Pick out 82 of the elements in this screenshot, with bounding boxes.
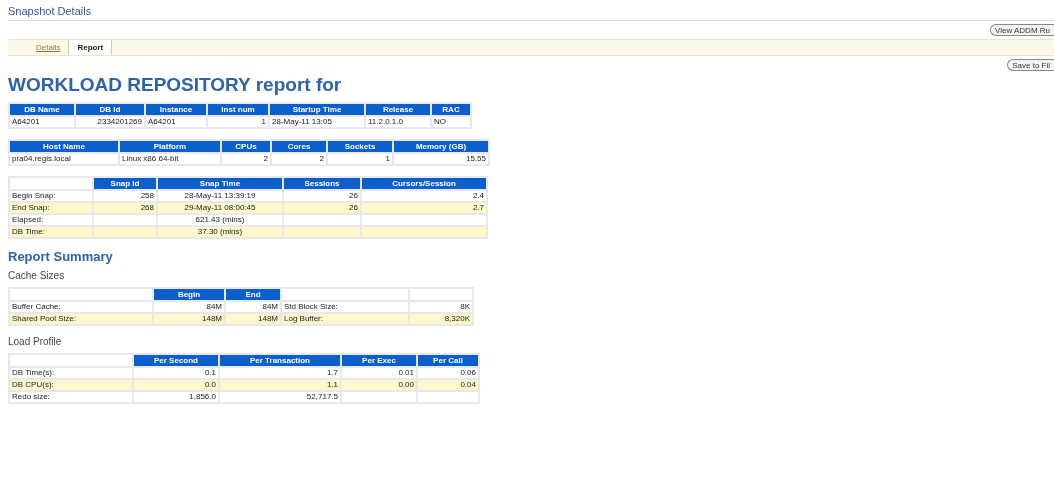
column-header: Snap Id bbox=[94, 178, 156, 189]
table-cell: End Snap: bbox=[10, 203, 92, 213]
table-cell: Std Block Size: bbox=[282, 302, 408, 312]
table-cell: 148M bbox=[154, 314, 224, 324]
column-header: Cores bbox=[272, 141, 326, 152]
table-cell: 2 bbox=[222, 154, 270, 164]
table-cell: 1,856.0 bbox=[134, 392, 218, 402]
column-header: Sockets bbox=[328, 141, 392, 152]
table-cell: Elapsed: bbox=[10, 215, 92, 225]
subsection-heading: Load Profile bbox=[8, 336, 63, 347]
tab[interactable]: Report bbox=[68, 40, 113, 55]
column-header: Platform bbox=[120, 141, 220, 152]
table-cell: 2334201269 bbox=[76, 117, 144, 127]
column-header: Per Call bbox=[418, 355, 478, 366]
table-cell: DB CPU(s): bbox=[10, 380, 132, 390]
column-header: CPUs bbox=[222, 141, 270, 152]
save-to-file-button[interactable]: Save to Fil bbox=[1007, 59, 1054, 71]
column-header: Instance bbox=[146, 104, 206, 115]
table-cell: 8K bbox=[410, 302, 472, 312]
page-title: Snapshot Details bbox=[7, 4, 93, 17]
column-header: Snap Time bbox=[158, 178, 282, 189]
column-header: Cursors/Session bbox=[362, 178, 486, 189]
table-cell: 8,320K bbox=[410, 314, 472, 324]
table-cell: 0.01 bbox=[342, 368, 416, 378]
tab[interactable]: Details bbox=[28, 40, 69, 55]
column-header: Startup Time bbox=[270, 104, 364, 115]
table-cell: 26 bbox=[284, 203, 360, 213]
table-cell: 148M bbox=[226, 314, 280, 324]
table-cell: 2.7 bbox=[362, 203, 486, 213]
table-cell: 1 bbox=[328, 154, 392, 164]
table-cell: 11.2.0.1.0 bbox=[366, 117, 430, 127]
table-cell: A64201 bbox=[10, 117, 74, 127]
table-cell: 0.1 bbox=[134, 368, 218, 378]
column-header: Inst num bbox=[208, 104, 268, 115]
table-cell: A64201 bbox=[146, 117, 206, 127]
view-addm-button[interactable]: View ADDM Ru bbox=[990, 24, 1054, 36]
table-cell: Buffer Cache: bbox=[10, 302, 152, 312]
table-cell: 0.0 bbox=[134, 380, 218, 390]
table-cell: 84M bbox=[226, 302, 280, 312]
table-cell: 268 bbox=[94, 203, 156, 213]
table-cell: Log Buffer: bbox=[282, 314, 408, 324]
table-cell: DB Time: bbox=[10, 227, 92, 237]
table-cell: 258 bbox=[94, 191, 156, 201]
table-cell: 84M bbox=[154, 302, 224, 312]
column-header: Memory (GB) bbox=[394, 141, 488, 152]
table-cell: 29-May-11 08:00:45 bbox=[158, 203, 282, 213]
table-cell: pra04.regis.local bbox=[10, 154, 118, 164]
column-header: RAC bbox=[432, 104, 470, 115]
column-header: Per Exec bbox=[342, 355, 416, 366]
table-cell: Linux x86 64-bit bbox=[120, 154, 220, 164]
column-header: Sessions bbox=[284, 178, 360, 189]
section-heading: Report Summary bbox=[8, 249, 114, 264]
table-cell: Begin Snap: bbox=[10, 191, 92, 201]
table-cell: 2.4 bbox=[362, 191, 486, 201]
column-header: DB Id bbox=[76, 104, 144, 115]
table-cell: 37.30 (mins) bbox=[158, 227, 282, 237]
column-header: Host Name bbox=[10, 141, 118, 152]
table-cell: 28-May-11 13:05 bbox=[270, 117, 364, 127]
table-cell: 0.06 bbox=[418, 368, 478, 378]
table-cell: Shared Pool Size: bbox=[10, 314, 152, 324]
table-cell: 15.55 bbox=[394, 154, 488, 164]
table-cell: 1.1 bbox=[220, 380, 340, 390]
table-cell: 26 bbox=[284, 191, 360, 201]
column-header: Per Transaction bbox=[220, 355, 340, 366]
table-cell: 52,717.5 bbox=[220, 392, 340, 402]
table-cell: 0.00 bbox=[342, 380, 416, 390]
table-cell: DB Time(s): bbox=[10, 368, 132, 378]
subsection-heading: Cache Sizes bbox=[8, 270, 66, 281]
table-cell: 2 bbox=[272, 154, 326, 164]
column-header: Per Second bbox=[134, 355, 218, 366]
column-header: Begin bbox=[154, 289, 224, 300]
table-cell: 621.43 (mins) bbox=[158, 215, 282, 225]
table-cell: 0.04 bbox=[418, 380, 478, 390]
report-title: WORKLOAD REPOSITORY report for bbox=[8, 74, 343, 96]
column-header: End bbox=[226, 289, 280, 300]
column-header: Release bbox=[366, 104, 430, 115]
column-header: DB Name bbox=[10, 104, 74, 115]
table-cell: 1.7 bbox=[220, 368, 340, 378]
table-cell: NO bbox=[432, 117, 470, 127]
table-cell: Redo size: bbox=[10, 392, 132, 402]
table-cell: 1 bbox=[208, 117, 268, 127]
table-cell: 28-May-11 13:39:19 bbox=[158, 191, 282, 201]
